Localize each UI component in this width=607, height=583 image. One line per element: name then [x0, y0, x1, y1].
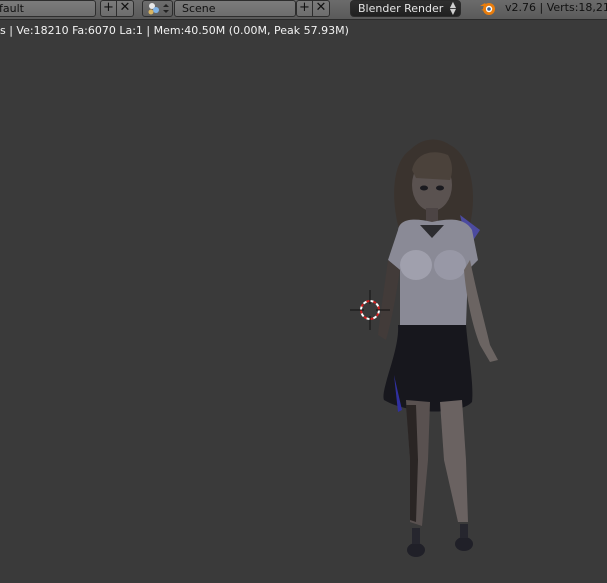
- viewport-stats-text: s | Ve:18210 Fa:6070 La:1 | Mem:40.50M (…: [0, 24, 349, 37]
- delete-screen-layout-button[interactable]: ✕: [117, 0, 134, 17]
- scene-name: Scene: [182, 2, 216, 15]
- scene-statistics: v2.76 | Verts:18,210: [505, 1, 607, 14]
- up-down-arrows-icon: ▲ ▼: [449, 0, 456, 16]
- close-icon: ✕: [119, 0, 131, 15]
- screen-layout-field[interactable]: fault: [0, 0, 96, 17]
- plus-icon: +: [299, 0, 310, 15]
- scene-name-field[interactable]: Scene: [174, 0, 296, 17]
- blender-logo-icon: [480, 3, 495, 15]
- add-scene-button[interactable]: +: [296, 0, 313, 17]
- scene-data-icon: [148, 3, 169, 15]
- screen-layout-name: fault: [0, 2, 24, 15]
- add-screen-layout-button[interactable]: +: [100, 0, 117, 17]
- scene-browse-button[interactable]: [142, 0, 173, 17]
- render-engine-select[interactable]: Blender Render ▲ ▼: [350, 0, 461, 17]
- delete-scene-button[interactable]: ✕: [313, 0, 330, 17]
- 3d-viewport[interactable]: s | Ve:18210 Fa:6070 La:1 | Mem:40.50M (…: [0, 20, 607, 583]
- close-icon: ✕: [315, 0, 327, 15]
- 3d-cursor-icon[interactable]: [350, 290, 390, 330]
- info-header: fault + ✕ Scene + ✕ Blender Render ▲ ▼ v2…: [0, 0, 607, 20]
- character-model[interactable]: [340, 130, 520, 570]
- plus-icon: +: [103, 0, 114, 15]
- render-engine-label: Blender Render: [358, 2, 444, 15]
